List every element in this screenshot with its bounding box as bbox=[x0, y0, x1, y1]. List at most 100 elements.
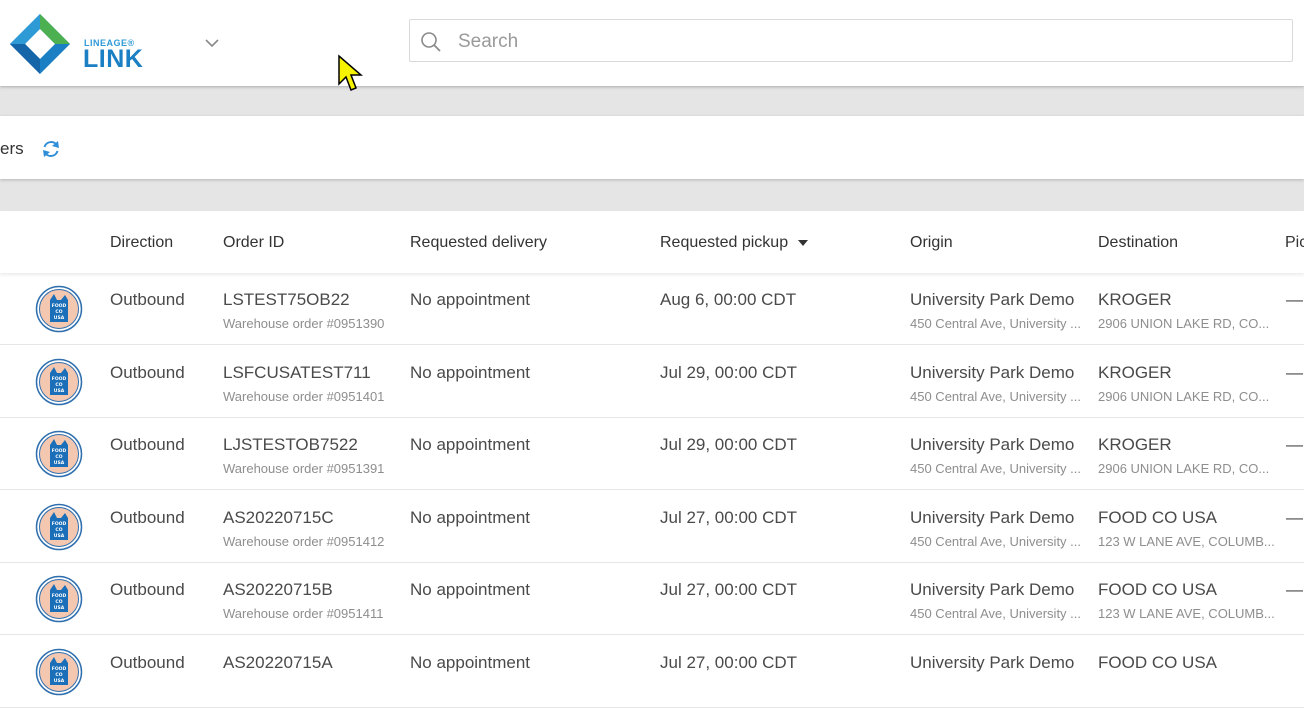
origin-cell: University Park Demo bbox=[910, 507, 1075, 527]
avatar-label-line: USA bbox=[54, 460, 65, 466]
warehouse-order-cell: Warehouse order #0951391 bbox=[223, 461, 385, 476]
order-id-cell[interactable]: LSTEST75OB22 bbox=[223, 290, 350, 310]
search-icon bbox=[421, 32, 441, 52]
truncated-column-cell: — bbox=[1286, 290, 1303, 309]
customer-avatar: FOOD CO USA bbox=[35, 648, 83, 696]
sort-descending-icon[interactable] bbox=[798, 239, 809, 246]
destination-cell: KROGER bbox=[1098, 362, 1172, 382]
origin-address-cell: 450 Central Ave, University ... bbox=[910, 316, 1082, 331]
avatar-label-line: USA bbox=[54, 388, 65, 394]
orders-table: Direction Order ID Requested delivery Re… bbox=[0, 211, 1304, 708]
page-background-band bbox=[0, 86, 1304, 116]
mouse-cursor-icon bbox=[338, 54, 363, 91]
truncated-column-cell: — bbox=[1286, 507, 1303, 527]
requested-delivery-cell: No appointment bbox=[410, 580, 531, 599]
requested-pickup-cell: Jul 29, 00:00 CDT bbox=[660, 435, 798, 454]
customer-avatar: FOOD CO USA bbox=[35, 430, 83, 478]
requested-delivery-cell: No appointment bbox=[410, 362, 531, 382]
page-background-band bbox=[0, 179, 1304, 211]
search-box[interactable] bbox=[409, 19, 1293, 62]
column-header-direction[interactable]: Direction bbox=[110, 234, 173, 252]
avatar-label-line: USA bbox=[54, 315, 65, 321]
origin-cell: University Park Demo bbox=[910, 362, 1075, 382]
origin-address-cell: 450 Central Ave, University ... bbox=[910, 461, 1082, 476]
warehouse-order-cell: Warehouse order #0951390 bbox=[223, 316, 385, 331]
requested-pickup-cell: Aug 6, 00:00 CDT bbox=[660, 290, 797, 309]
page-title: ers bbox=[0, 139, 24, 158]
order-id-cell[interactable]: LSFCUSATEST711 bbox=[223, 363, 371, 383]
customer-avatar: FOOD CO USA bbox=[35, 503, 83, 551]
top-bar: LINEAGE® LINK bbox=[0, 0, 1304, 86]
destination-address-cell: 2906 UNION LAKE RD, CO... bbox=[1098, 316, 1270, 331]
avatar-label-line: FOOD bbox=[52, 376, 67, 382]
table-row[interactable]: FOOD CO USA Outbound AS20220715A No appo… bbox=[0, 636, 1304, 708]
direction-cell: Outbound bbox=[110, 362, 185, 382]
destination-address-cell: 123 W LANE AVE, COLUMB... bbox=[1098, 606, 1275, 621]
page-header: ers bbox=[0, 116, 1304, 179]
destination-address-cell: 2906 UNION LAKE RD, CO... bbox=[1098, 388, 1270, 404]
destination-cell: KROGER bbox=[1098, 290, 1172, 309]
column-header-order-id[interactable]: Order ID bbox=[223, 234, 284, 252]
column-header-destination[interactable]: Destination bbox=[1098, 234, 1178, 252]
avatar-label-line: CO bbox=[55, 527, 62, 533]
search-input[interactable] bbox=[456, 26, 1280, 58]
direction-cell: Outbound bbox=[110, 580, 185, 599]
destination-cell: FOOD CO USA bbox=[1098, 580, 1218, 599]
column-header-requested-delivery[interactable]: Requested delivery bbox=[410, 234, 547, 252]
table-header: Direction Order ID Requested delivery Re… bbox=[0, 211, 1304, 273]
column-header-truncated[interactable]: Pic bbox=[1285, 234, 1304, 252]
origin-cell: University Park Demo bbox=[910, 580, 1075, 599]
origin-cell: University Park Demo bbox=[910, 435, 1075, 454]
chevron-down-icon[interactable] bbox=[202, 33, 222, 53]
origin-address-cell: 450 Central Ave, University ... bbox=[910, 388, 1082, 404]
table-row[interactable]: FOOD CO USA Outbound AS20220715B Warehou… bbox=[0, 563, 1304, 635]
requested-pickup-cell: Jul 27, 00:00 CDT bbox=[660, 507, 798, 527]
table-row[interactable]: FOOD CO USA Outbound LSFCUSATEST711 Ware… bbox=[0, 346, 1304, 418]
table-row[interactable]: FOOD CO USA Outbound LSTEST75OB22 Wareho… bbox=[0, 273, 1304, 345]
avatar-label-line: FOOD bbox=[52, 666, 67, 672]
column-header-requested-pickup-label: Requested pickup bbox=[660, 234, 789, 251]
order-id-cell[interactable]: AS20220715B bbox=[223, 580, 333, 600]
customer-avatar: FOOD CO USA bbox=[35, 285, 83, 333]
logo-brand-big: LINK bbox=[83, 45, 144, 73]
truncated-column-cell: — bbox=[1286, 580, 1303, 599]
direction-cell: Outbound bbox=[110, 435, 185, 454]
warehouse-order-cell: Warehouse order #0951411 bbox=[223, 606, 384, 621]
truncated-column-cell: — bbox=[1286, 435, 1303, 454]
origin-address-cell: 450 Central Ave, University ... bbox=[910, 606, 1082, 621]
avatar-label-line: CO bbox=[55, 309, 62, 315]
lineage-link-logo[interactable]: LINEAGE® LINK bbox=[8, 12, 158, 76]
requested-pickup-cell: Jul 29, 00:00 CDT bbox=[660, 362, 798, 382]
destination-cell: KROGER bbox=[1098, 435, 1172, 454]
warehouse-order-cell: Warehouse order #0951401 bbox=[223, 388, 385, 404]
avatar-label-line: CO bbox=[55, 672, 62, 678]
avatar-label-line: CO bbox=[55, 382, 62, 388]
customer-avatar: FOOD CO USA bbox=[35, 358, 83, 406]
avatar-label-line: CO bbox=[55, 454, 62, 460]
direction-cell: Outbound bbox=[110, 507, 185, 527]
origin-address-cell: 450 Central Ave, University ... bbox=[910, 533, 1082, 549]
requested-delivery-cell: No appointment bbox=[410, 507, 531, 527]
requested-pickup-cell: Jul 27, 00:00 CDT bbox=[660, 580, 798, 599]
order-id-cell[interactable]: AS20220715C bbox=[223, 508, 334, 528]
avatar-label-line: FOOD bbox=[52, 448, 67, 454]
lineage-diamond-icon bbox=[10, 14, 70, 74]
avatar-label-line: FOOD bbox=[52, 521, 67, 527]
origin-cell: University Park Demo bbox=[910, 290, 1075, 309]
avatar-label-line: USA bbox=[54, 605, 65, 611]
avatar-label-line: USA bbox=[54, 678, 65, 684]
truncated-column-cell: — bbox=[1286, 362, 1303, 382]
destination-cell: FOOD CO USA bbox=[1098, 507, 1218, 527]
table-row[interactable]: FOOD CO USA Outbound LJSTESTOB7522 Wareh… bbox=[0, 418, 1304, 490]
destination-address-cell: 2906 UNION LAKE RD, CO... bbox=[1098, 461, 1270, 476]
table-row[interactable]: FOOD CO USA Outbound AS20220715C Warehou… bbox=[0, 491, 1304, 563]
customer-avatar: FOOD CO USA bbox=[35, 575, 83, 623]
order-id-cell[interactable]: LJSTESTOB7522 bbox=[223, 435, 358, 455]
column-header-requested-pickup[interactable]: Requested pickup bbox=[660, 234, 809, 252]
requested-delivery-cell: No appointment bbox=[410, 290, 531, 309]
avatar-label-line: USA bbox=[54, 533, 65, 539]
refresh-icon[interactable] bbox=[40, 138, 62, 165]
column-header-origin[interactable]: Origin bbox=[910, 234, 953, 252]
avatar-label-line: FOOD bbox=[52, 593, 67, 599]
avatar-label-line: FOOD bbox=[52, 303, 67, 309]
